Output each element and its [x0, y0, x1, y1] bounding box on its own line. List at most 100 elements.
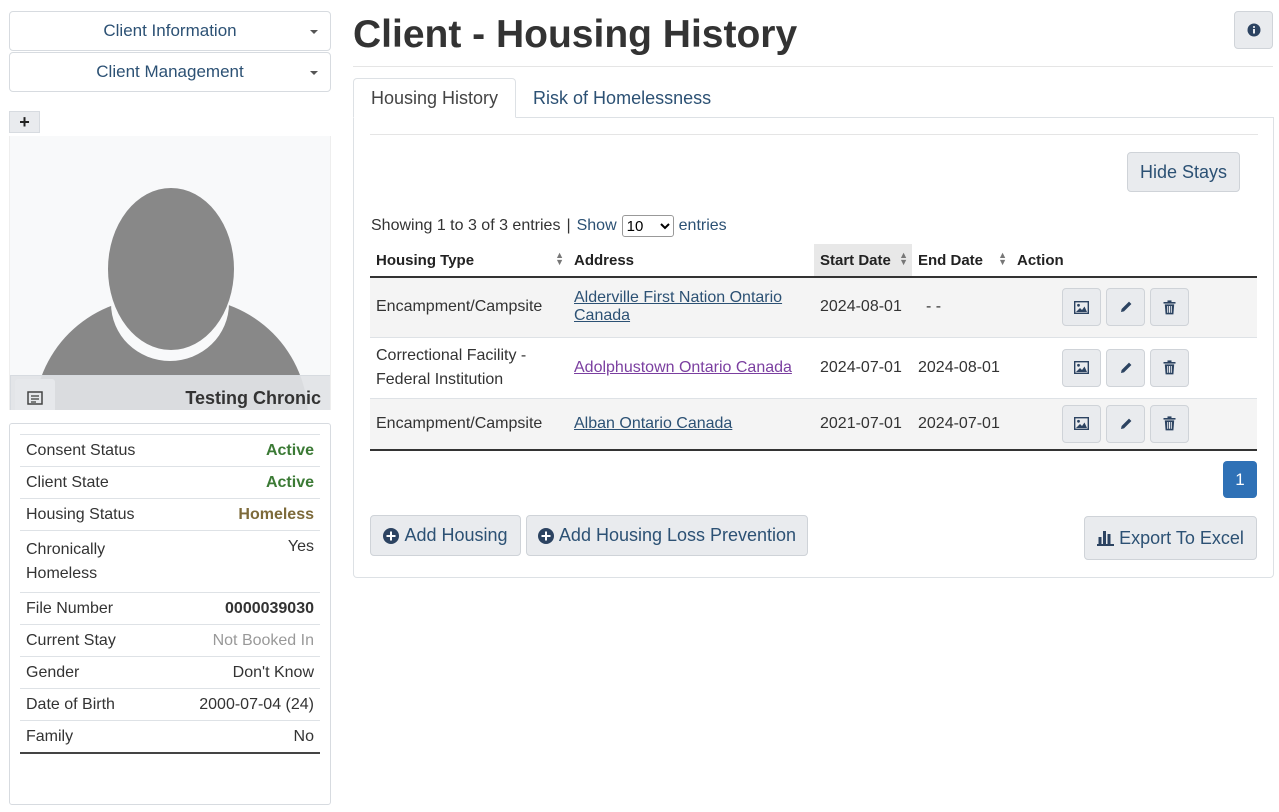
- trash-icon: [1163, 300, 1176, 315]
- view-photo-button[interactable]: [1062, 348, 1101, 387]
- client-photo: Testing Chronic: [9, 136, 331, 410]
- show-label: Show: [576, 217, 617, 234]
- row-actions: [1017, 404, 1251, 443]
- pencil-icon: [1120, 418, 1131, 429]
- client-management-dropdown[interactable]: Client Management: [9, 52, 331, 92]
- detail-row: Date of Birth 2000-07-04 (24): [20, 688, 320, 720]
- end-date-cell: 2024-08-01: [912, 337, 1011, 399]
- detail-label: Gender: [26, 664, 80, 681]
- delete-button[interactable]: [1150, 404, 1189, 443]
- detail-label: File Number: [26, 600, 114, 617]
- address-link[interactable]: Alban Ontario Canada: [574, 415, 732, 432]
- column-header-label: Housing Type: [376, 252, 475, 269]
- view-photo-button[interactable]: [1062, 404, 1101, 443]
- column-header-label: Start Date: [820, 252, 891, 269]
- housing-history-table: Housing Type ▲ ▼ Address Start Date ▲ ▼ En…: [370, 244, 1257, 451]
- tab-bar: Housing History Risk of Homelessness: [353, 78, 728, 118]
- pencil-icon: [1120, 362, 1131, 373]
- detail-row: Consent Status Active: [20, 434, 320, 466]
- caret-down-icon: [310, 71, 318, 75]
- export-to-excel-label: Export To Excel: [1119, 527, 1244, 548]
- detail-label: Housing Status: [26, 506, 135, 523]
- row-actions: [1017, 348, 1251, 387]
- delete-button[interactable]: [1150, 348, 1189, 387]
- edit-button[interactable]: [1106, 404, 1145, 443]
- housing-type-cell: Encampment/Campsite: [370, 398, 568, 451]
- column-header-label: End Date: [918, 252, 984, 269]
- separator: |: [566, 217, 571, 234]
- view-photo-button[interactable]: [1062, 288, 1101, 327]
- image-icon: [1074, 417, 1089, 431]
- table-row: Encampment/Campsite Alban Ontario Canada…: [370, 398, 1257, 451]
- export-to-excel-button[interactable]: Export To Excel: [1084, 516, 1257, 560]
- column-header-label: Action: [1017, 252, 1064, 269]
- detail-row: Family No: [20, 720, 320, 754]
- title-divider: [353, 66, 1273, 67]
- pagination-page-1[interactable]: 1: [1223, 461, 1257, 498]
- client-name-bar: Testing Chronic: [10, 375, 330, 410]
- avatar-head: [108, 188, 234, 350]
- address-link[interactable]: Adolphustown Ontario Canada: [574, 359, 792, 376]
- delete-button[interactable]: [1150, 288, 1189, 327]
- detail-value: Active: [265, 442, 314, 459]
- image-icon: [1074, 361, 1089, 374]
- table-row: Correctional Facility - Federal Institut…: [370, 337, 1257, 399]
- edit-button[interactable]: [1106, 288, 1145, 327]
- housing-type-cell: Correctional Facility - Federal Institut…: [370, 337, 568, 399]
- page-size-select[interactable]: 10: [621, 215, 674, 237]
- trash-icon: [1163, 360, 1176, 375]
- edit-button[interactable]: [1106, 348, 1145, 387]
- housing-type-cell: Encampment/Campsite: [370, 277, 568, 338]
- client-name: Testing Chronic: [185, 387, 321, 408]
- panel-divider: [370, 134, 1258, 135]
- expand-button[interactable]: +: [9, 111, 40, 133]
- table-header-row: Housing Type ▲ ▼ Address Start Date ▲ ▼ En…: [370, 244, 1257, 278]
- start-date-cell: 2021-07-01: [814, 398, 912, 451]
- start-date-cell: 2024-07-01: [814, 337, 912, 399]
- detail-row: Housing Status Homeless: [20, 498, 320, 530]
- caret-down-icon: [310, 30, 318, 34]
- detail-label: Date of Birth: [26, 696, 115, 713]
- trash-icon: [1163, 416, 1176, 431]
- address-link[interactable]: Alderville First Nation Ontario Canada: [574, 289, 782, 324]
- detail-label: Chronically Homeless: [26, 541, 106, 582]
- detail-value: Yes: [287, 538, 314, 555]
- sort-icon: ▲ ▼: [555, 250, 564, 267]
- add-housing-button[interactable]: Add Housing: [370, 515, 521, 556]
- info-circle-icon: [1247, 23, 1260, 37]
- row-actions: [1017, 288, 1251, 327]
- page-title: Client - Housing History: [353, 13, 798, 56]
- plus-circle-icon: [383, 527, 400, 544]
- detail-label: Client State: [26, 474, 109, 491]
- end-date-cell: - -: [912, 277, 1011, 338]
- tab-housing-history[interactable]: Housing History: [353, 78, 517, 118]
- detail-label: Consent Status: [26, 442, 136, 459]
- image-icon: [1074, 300, 1089, 314]
- showing-entries-text: Showing 1 to 3 of 3 entries: [371, 217, 561, 234]
- detail-label: Family: [26, 728, 74, 745]
- detail-value: Not Booked In: [212, 632, 314, 649]
- add-housing-loss-prevention-button[interactable]: Add Housing Loss Prevention: [526, 515, 808, 556]
- detail-value: 2000-07-04 (24): [199, 696, 314, 713]
- add-housing-label: Add Housing: [404, 525, 508, 545]
- id-card-icon[interactable]: [15, 379, 55, 410]
- tab-risk-of-homelessness[interactable]: Risk of Homelessness: [516, 78, 728, 118]
- info-button[interactable]: [1234, 11, 1273, 49]
- hide-stays-button[interactable]: Hide Stays: [1127, 152, 1240, 192]
- column-header-end-date[interactable]: End Date ▲ ▼: [912, 244, 1011, 278]
- detail-row: Chronically Homeless Yes: [20, 530, 320, 592]
- detail-row: Current Stay Not Booked In: [20, 624, 320, 656]
- column-header-label: Address: [574, 252, 635, 269]
- bar-chart-icon: [1097, 530, 1115, 546]
- client-management-label: Client Management: [96, 62, 244, 81]
- end-date-cell: 2024-07-01: [912, 398, 1011, 451]
- column-header-housing-type[interactable]: Housing Type ▲ ▼: [370, 244, 568, 278]
- detail-row: File Number 0000039030: [20, 592, 320, 624]
- column-header-address[interactable]: Address: [568, 244, 814, 278]
- column-header-start-date[interactable]: Start Date ▲ ▼: [814, 244, 912, 278]
- client-information-dropdown[interactable]: Client Information: [9, 11, 331, 51]
- entries-label: entries: [678, 217, 727, 234]
- detail-value: 0000039030: [225, 600, 314, 617]
- client-details-card: Consent Status Active Client State Activ…: [9, 423, 331, 805]
- add-housing-loss-prevention-label: Add Housing Loss Prevention: [558, 525, 797, 545]
